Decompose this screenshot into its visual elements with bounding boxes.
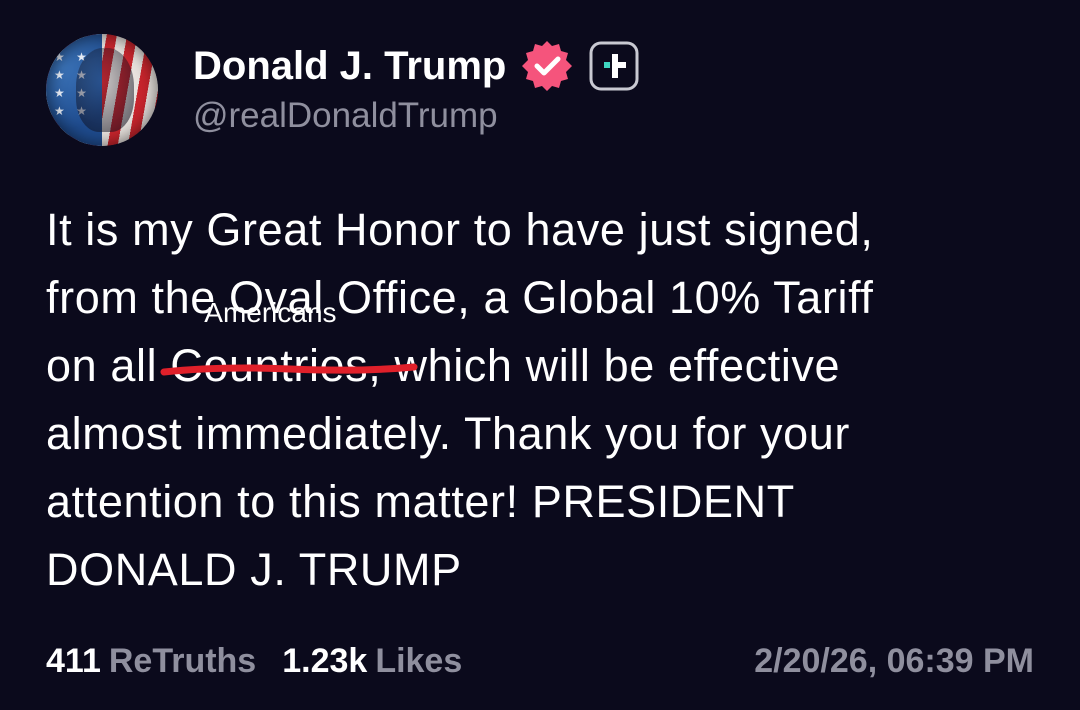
likes-label[interactable]: Likes — [375, 642, 462, 681]
truth-plus-badge-icon — [588, 40, 640, 92]
retruths-count[interactable]: 411 — [46, 642, 101, 681]
post-line-3-start: on all — [46, 340, 171, 391]
author-name-row: Donald J. Trump — [193, 38, 640, 94]
post-line-5: attention to this matter! PRESIDENT — [46, 476, 795, 527]
post-line-6: DONALD J. TRUMP — [46, 544, 462, 595]
edited-word: Countries, Americans — [160, 298, 418, 400]
post-line-4: almost immediately. Thank you for your — [46, 408, 850, 459]
author-name[interactable]: Donald J. Trump — [193, 44, 506, 89]
post-line-3: on all Countries, Americans which will be… — [46, 298, 1046, 400]
author-handle[interactable]: @realDonaldTrump — [193, 96, 498, 136]
post-line-2: from the Oval Office, a Global 10% Tarif… — [46, 272, 874, 323]
post-line-1: It is my Great Honor to have just signed… — [46, 204, 874, 255]
avatar-vignette — [46, 34, 158, 146]
struck-word: Countries, — [170, 340, 382, 391]
post-timestamp[interactable]: 2/20/26, 06:39 PM — [754, 642, 1034, 681]
post-card: ★ ★ ★ ★ ★ ★ ★ ★ Donald J. Trump @realDon… — [0, 0, 1080, 710]
inserted-word: Americans — [204, 297, 337, 328]
avatar[interactable]: ★ ★ ★ ★ ★ ★ ★ ★ — [46, 34, 158, 146]
post-line-3-end: which will be effective — [381, 340, 841, 391]
verified-badge-icon — [520, 39, 574, 93]
post-stats: 411 ReTruths 1.23k Likes — [46, 642, 462, 681]
post-header: ★ ★ ★ ★ ★ ★ ★ ★ Donald J. Trump @realDon… — [46, 34, 1036, 154]
post-body: It is my Great Honor to have just signed… — [46, 196, 1046, 604]
retruths-label[interactable]: ReTruths — [109, 642, 256, 681]
likes-count[interactable]: 1.23k — [282, 642, 367, 681]
